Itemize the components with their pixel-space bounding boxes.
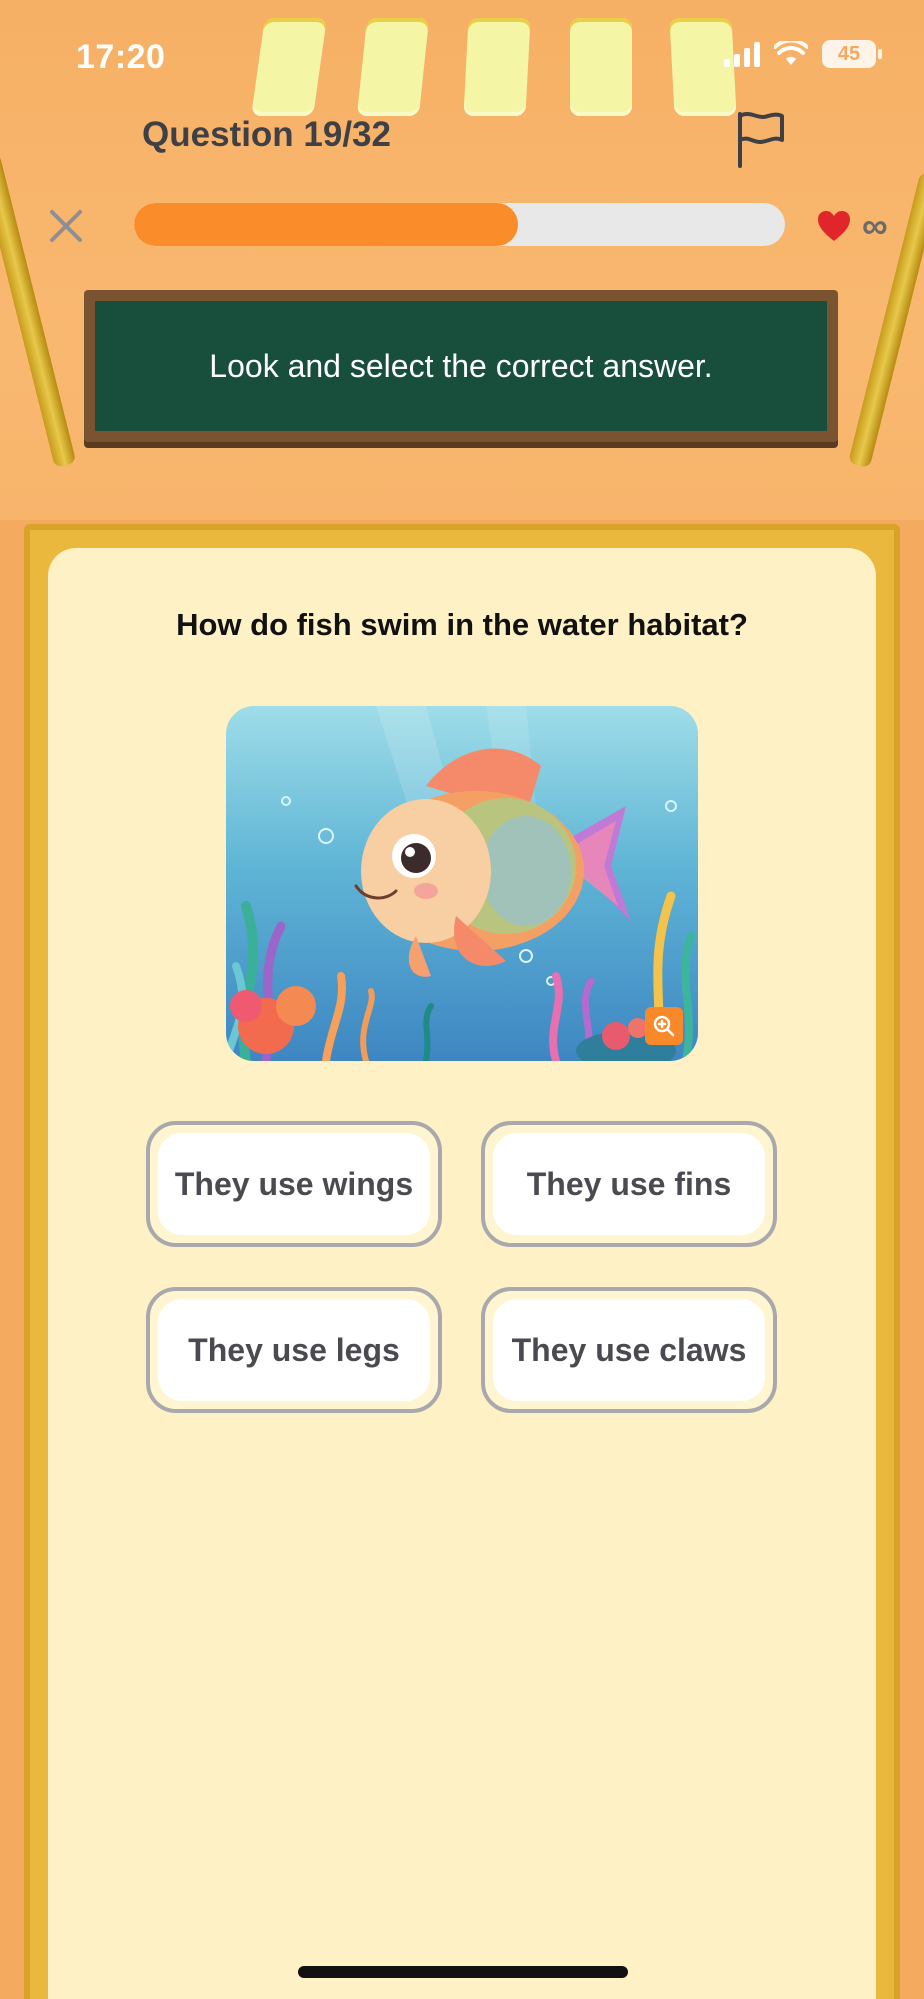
heart-icon bbox=[818, 211, 850, 241]
battery-icon: 45 bbox=[822, 40, 882, 68]
signal-icon bbox=[724, 41, 760, 67]
lamp-decoration bbox=[463, 18, 531, 116]
fish-illustration bbox=[226, 706, 695, 1061]
zoom-button[interactable] bbox=[645, 1007, 683, 1045]
flag-icon[interactable] bbox=[734, 108, 788, 168]
answer-label: They use wings bbox=[158, 1133, 430, 1235]
home-indicator bbox=[298, 1966, 628, 1978]
question-text: How do fish swim in the water habitat? bbox=[176, 607, 748, 642]
close-icon[interactable] bbox=[44, 204, 88, 248]
question-image[interactable] bbox=[226, 706, 698, 1061]
lamp-decoration bbox=[356, 18, 430, 116]
answer-label: They use fins bbox=[493, 1133, 765, 1235]
lives-indicator: ∞ bbox=[816, 205, 888, 247]
instruction-board: Look and select the correct answer. bbox=[84, 290, 838, 442]
answer-label: They use claws bbox=[493, 1299, 765, 1401]
answer-option[interactable]: They use fins bbox=[481, 1121, 777, 1247]
lives-count: ∞ bbox=[862, 205, 888, 246]
answer-label: They use legs bbox=[158, 1299, 430, 1401]
answer-option[interactable]: They use wings bbox=[146, 1121, 442, 1247]
answer-option[interactable]: They use legs bbox=[146, 1287, 442, 1413]
progress-bar bbox=[134, 203, 785, 246]
wifi-icon bbox=[774, 41, 808, 65]
answer-option[interactable]: They use claws bbox=[481, 1287, 777, 1413]
status-time: 17:20 bbox=[76, 38, 166, 76]
instruction-text: Look and select the correct answer. bbox=[95, 301, 827, 431]
lamp-decoration bbox=[570, 18, 632, 116]
progress-fill bbox=[134, 203, 519, 246]
zoom-in-icon bbox=[653, 1015, 675, 1037]
status-icons: 45 bbox=[724, 40, 882, 68]
background-top bbox=[0, 0, 924, 560]
question-counter: Question 19/32 bbox=[142, 115, 391, 154]
